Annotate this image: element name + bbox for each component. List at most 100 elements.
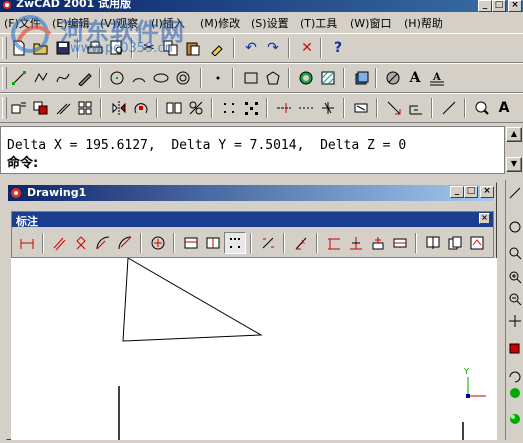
block-icon[interactable] [350, 67, 372, 89]
dim-text-icon[interactable]: A [493, 97, 515, 119]
dim-oblique-icon[interactable] [422, 232, 444, 254]
dim-tolerance-icon[interactable] [257, 232, 279, 254]
break-icon[interactable] [317, 97, 339, 119]
dimension-toolbar-title-bar[interactable]: 标注 × [12, 212, 493, 228]
dim-angular-icon[interactable]: x [290, 232, 312, 254]
dim-edit-icon[interactable] [323, 232, 345, 254]
command-history[interactable]: Delta X = 195.6127, Delta Y = 7.5014, De… [0, 126, 505, 174]
text-style-icon[interactable]: A [426, 67, 448, 89]
dim-aligned-icon[interactable] [48, 232, 70, 254]
pan-icon[interactable] [508, 314, 522, 328]
text-icon[interactable]: A [404, 67, 426, 89]
menu-window[interactable]: (W)窗口 [350, 15, 391, 31]
mtext-icon[interactable] [382, 67, 404, 89]
drawing-canvas[interactable]: Y [11, 257, 497, 440]
close-button[interactable]: × [508, 0, 522, 12]
undo-icon[interactable]: ↶ [240, 37, 262, 59]
menu-settings[interactable]: (S)设置 [251, 15, 289, 31]
circle-icon[interactable] [106, 67, 128, 89]
toolbar-grip[interactable] [2, 97, 7, 119]
redo-icon[interactable]: ↷ [262, 37, 284, 59]
delete-icon[interactable]: ✕ [296, 37, 318, 59]
region-icon[interactable] [295, 67, 317, 89]
copy-obj-icon[interactable] [30, 97, 52, 119]
dim-home-text-icon[interactable] [466, 232, 488, 254]
object-snap-icon[interactable] [508, 220, 522, 234]
dim-ordinate-icon[interactable] [70, 232, 92, 254]
draw-toolbar: A A [0, 63, 523, 93]
arc-icon[interactable] [128, 67, 150, 89]
zoom-in-icon[interactable] [508, 270, 522, 284]
command-output: Delta X = 195.6127, Delta Y = 7.5014, De… [7, 138, 407, 153]
dim-continue-icon[interactable] [202, 232, 224, 254]
dim-leader-icon[interactable] [224, 232, 246, 254]
polyline-icon[interactable] [30, 67, 52, 89]
command-scrollbar[interactable]: ▲ ▼ [505, 126, 523, 174]
scroll-down-icon[interactable]: ▼ [506, 157, 522, 172]
minimize-button[interactable]: _ [478, 0, 492, 12]
fillet-icon[interactable] [383, 97, 405, 119]
chamfer-icon[interactable] [350, 97, 372, 119]
zoom-out-icon[interactable] [508, 292, 522, 306]
ucs-icon: Y [463, 367, 486, 398]
drawing-title-bar[interactable]: Drawing1 _ □ × [8, 185, 494, 201]
sketch-icon[interactable] [74, 67, 96, 89]
extend-icon[interactable] [295, 97, 317, 119]
point-icon[interactable] [207, 67, 229, 89]
menu-help[interactable]: (H)帮助 [404, 15, 443, 31]
command-prompt[interactable]: 命令: [7, 152, 38, 171]
move-icon[interactable] [8, 97, 30, 119]
drawing-maximize-button[interactable]: □ [464, 186, 478, 198]
shade-icon[interactable] [508, 412, 522, 426]
zoom-icon[interactable] [438, 97, 460, 119]
dim-center-icon[interactable] [147, 232, 169, 254]
dim-home-icon[interactable] [471, 97, 493, 119]
donut-icon[interactable] [172, 67, 194, 89]
watermark-logo [11, 15, 52, 53]
dimension-toolbar-close-button[interactable]: × [479, 213, 490, 224]
zoom-window-icon[interactable] [508, 246, 522, 260]
spline-icon[interactable] [52, 67, 74, 89]
dimension-toolbar-title: 标注 [16, 215, 38, 228]
help-icon[interactable]: ? [327, 37, 349, 59]
ellipse-icon[interactable] [150, 67, 172, 89]
mirror-icon[interactable] [108, 97, 130, 119]
draw-line-icon[interactable] [508, 186, 522, 200]
stretch-icon[interactable] [185, 97, 207, 119]
match-prop-icon[interactable] [206, 37, 228, 59]
splitter[interactable] [0, 174, 505, 182]
dim-baseline-icon[interactable] [180, 232, 202, 254]
rotate-icon[interactable] [130, 97, 152, 119]
snap-icon[interactable] [240, 97, 262, 119]
offset-icon[interactable] [52, 97, 74, 119]
trim-icon[interactable] [273, 97, 295, 119]
toolbar-grip[interactable] [2, 67, 7, 89]
dim-diameter-icon[interactable] [114, 232, 136, 254]
dim-text-edit-icon[interactable] [444, 232, 466, 254]
window-title: ZwCAD 2001 试用版 [16, 0, 132, 10]
polygon-icon[interactable] [262, 67, 284, 89]
grid-icon[interactable] [218, 97, 240, 119]
rectangle-icon[interactable] [240, 67, 262, 89]
menu-modify[interactable]: (M)修改 [200, 15, 240, 31]
view-rotate-icon[interactable] [508, 370, 522, 384]
toolbar-grip[interactable] [2, 37, 7, 59]
drawing-close-button[interactable]: × [480, 186, 494, 198]
menu-tools[interactable]: (T)工具 [300, 15, 337, 31]
drawing-minimize-button[interactable]: _ [450, 186, 464, 198]
dim-style-icon[interactable] [389, 232, 411, 254]
dim-linear-icon[interactable] [16, 232, 38, 254]
dim-radius-icon[interactable] [92, 232, 114, 254]
scroll-up-icon[interactable]: ▲ [506, 127, 522, 142]
paste-icon[interactable] [182, 37, 204, 59]
scale-icon[interactable] [163, 97, 185, 119]
render-icon[interactable] [508, 386, 522, 400]
maximize-button[interactable]: □ [492, 0, 506, 12]
dim-update-icon[interactable] [345, 232, 367, 254]
dim-override-icon[interactable] [367, 232, 389, 254]
view-front-icon[interactable] [508, 340, 522, 354]
hatch-icon[interactable] [317, 67, 339, 89]
line-icon[interactable] [8, 67, 30, 89]
array-icon[interactable] [74, 97, 96, 119]
explode-icon[interactable] [405, 97, 427, 119]
